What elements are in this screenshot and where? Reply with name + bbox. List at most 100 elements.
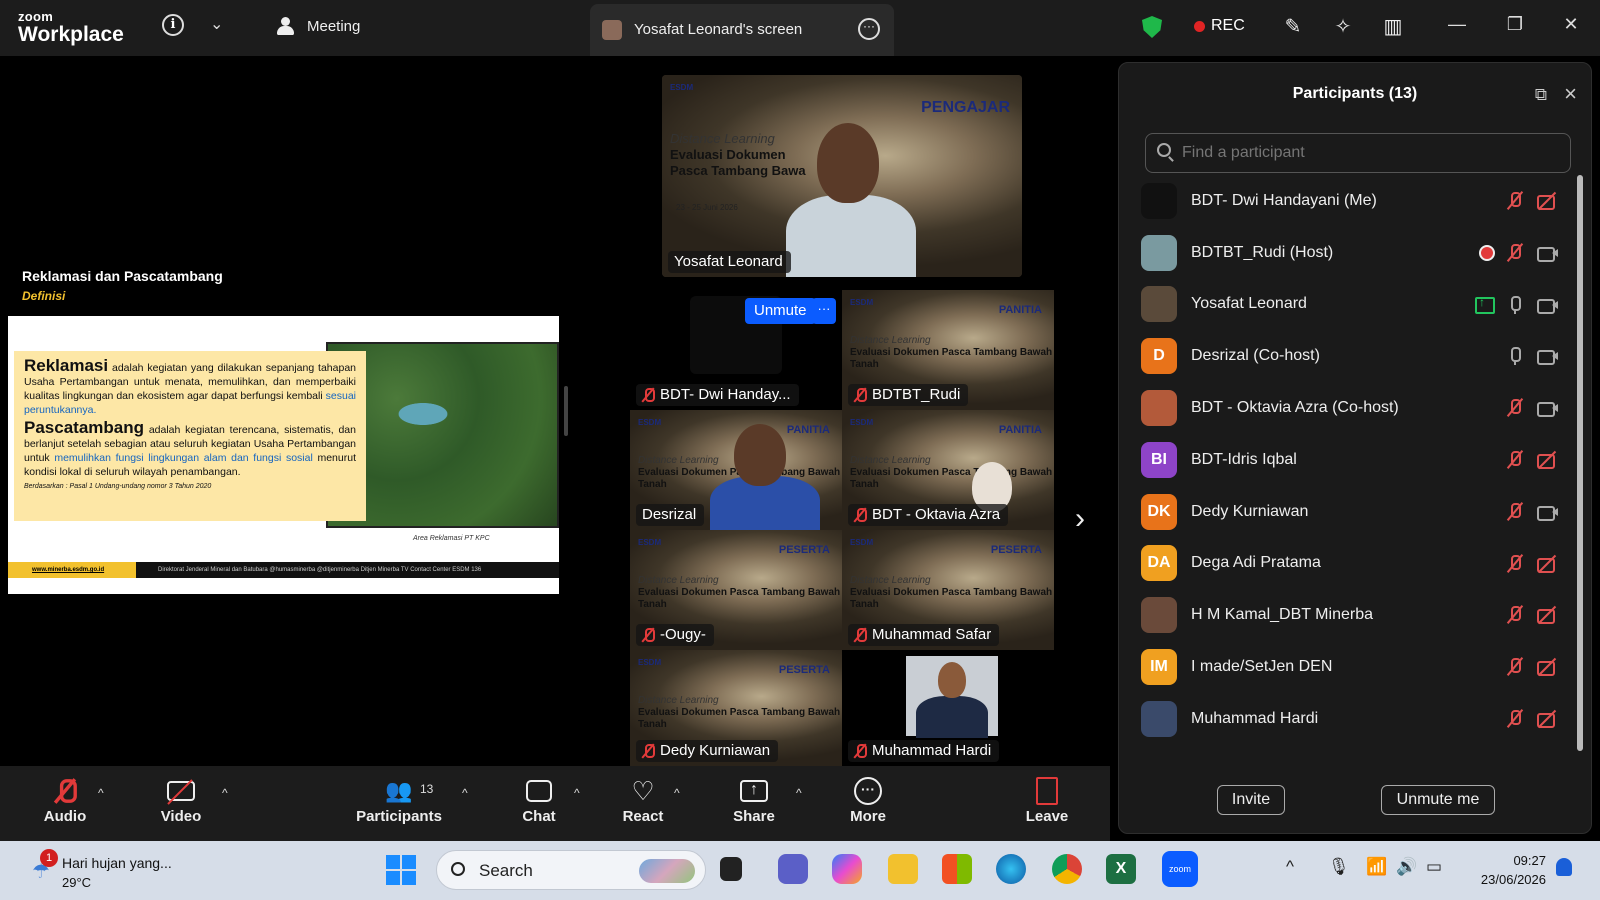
mic-muted-icon xyxy=(642,627,655,642)
microphone-muted-icon xyxy=(1505,450,1525,470)
edge-browser-icon[interactable] xyxy=(996,854,1026,884)
participant-row[interactable]: IM I made/SetJen DEN xyxy=(1141,641,1571,693)
video-label: Video xyxy=(160,808,202,825)
file-explorer-icon[interactable] xyxy=(888,854,918,884)
unmute-button[interactable]: Unmute xyxy=(745,298,816,324)
participant-scrollbar[interactable] xyxy=(1577,175,1583,751)
video-tile-hardi[interactable]: Muhammad Hardi xyxy=(842,650,1054,766)
restore-icon[interactable]: ❐ xyxy=(1500,14,1530,35)
participant-list[interactable]: BDT- Dwi Handayani (Me) BDTBT_Rudi (Host)… xyxy=(1141,175,1571,753)
video-tile-ougy[interactable]: ESDM PESERTA Distance Learning Evaluasi D… xyxy=(630,530,842,650)
esdm-logo: ESDM xyxy=(850,298,874,307)
pop-out-icon[interactable]: ⧉ xyxy=(1535,85,1547,105)
participant-row[interactable]: D Desrizal (Co-host) xyxy=(1141,330,1571,382)
react-options-caret-icon[interactable]: ^ xyxy=(674,786,680,800)
participant-row[interactable]: DK Dedy Kurniawan xyxy=(1141,486,1571,538)
tile-name-ougy-text: -Ougy- xyxy=(660,626,706,643)
chat-button[interactable]: Chat xyxy=(514,774,564,825)
show-hidden-icons-chevron-icon[interactable]: ^ xyxy=(1286,857,1294,877)
battery-icon[interactable]: ▭ xyxy=(1426,857,1442,877)
invite-button[interactable]: Invite xyxy=(1217,785,1285,815)
wifi-icon[interactable]: 📶 xyxy=(1366,857,1387,877)
speaker-face xyxy=(817,123,879,203)
microphone-icon xyxy=(1505,346,1525,366)
participant-avatar xyxy=(1141,234,1177,271)
search-icon xyxy=(1157,143,1171,157)
video-tile-oktavia[interactable]: ESDM PANITIA Distance Learning Evaluasi D… xyxy=(842,410,1054,530)
participant-avatar xyxy=(1141,700,1177,737)
participant-row[interactable]: H M Kamal_DBT Minerba xyxy=(1141,589,1571,641)
volume-icon[interactable]: 🔊 xyxy=(1396,857,1417,877)
system-clock[interactable]: 09:27 23/06/2026 xyxy=(1466,851,1546,889)
tile-name-hardi: Muhammad Hardi xyxy=(848,740,1000,762)
participant-row[interactable]: BDT- Dwi Handayani (Me) xyxy=(1141,175,1571,227)
close-panel-icon[interactable]: × xyxy=(1564,81,1577,107)
participant-search-input[interactable] xyxy=(1145,133,1571,173)
video-tile-rudi[interactable]: ESDM PANITIA Distance Learning Evaluasi D… xyxy=(842,290,1054,410)
video-tile-speaker[interactable]: ESDM PENGAJAR Distance Learning Evaluasi… xyxy=(662,75,1022,277)
close-icon[interactable]: ✕ xyxy=(1556,14,1586,35)
split-view-handle[interactable] xyxy=(564,386,568,436)
video-tile-desrizal[interactable]: ESDM PANITIA Distance Learning Evaluasi D… xyxy=(630,410,842,530)
microphone-tray-icon[interactable]: 🎙 xyxy=(1328,857,1350,877)
notification-badge: 1 xyxy=(40,849,58,867)
rec-label: REC xyxy=(1211,17,1245,34)
taskbar-search[interactable]: Search xyxy=(436,850,706,890)
excel-icon[interactable]: X xyxy=(1106,854,1136,884)
role-tag: PESERTA xyxy=(990,544,1042,556)
microphone-muted-icon xyxy=(1505,554,1525,574)
ai-companion-icon[interactable]: ✧ xyxy=(1330,14,1356,40)
participant-row[interactable]: Yosafat Leonard xyxy=(1141,279,1571,331)
annotate-pen-icon[interactable]: ✎ xyxy=(1280,14,1306,40)
self-more-button[interactable]: ··· xyxy=(812,298,836,324)
participant-row[interactable]: Muhammad Hardi xyxy=(1141,693,1571,745)
next-page-arrow-icon[interactable]: › xyxy=(1075,502,1085,536)
participants-options-caret-icon[interactable]: ^ xyxy=(462,786,468,800)
shared-slide[interactable]: Reklamasi dan Pascatambang Definisi Area… xyxy=(8,246,559,594)
meeting-tab[interactable]: Meeting xyxy=(275,17,360,35)
more-button[interactable]: ··· More xyxy=(843,774,893,825)
video-tile-safar[interactable]: ESDM PESERTA Distance Learning Evaluasi D… xyxy=(842,530,1054,650)
video-options-caret-icon[interactable]: ^ xyxy=(222,786,228,800)
people-icon xyxy=(275,17,297,35)
minimize-icon[interactable]: — xyxy=(1442,14,1472,35)
shared-screen-tab[interactable]: Yosafat Leonard's screen ··· xyxy=(590,4,894,56)
audio-button[interactable]: Audio xyxy=(40,774,90,825)
heart-icon: ♡ xyxy=(631,775,655,806)
participant-row[interactable]: DA Dega Adi Pratama xyxy=(1141,538,1571,590)
mic-muted-icon xyxy=(642,387,655,402)
sharer-avatar xyxy=(602,20,622,40)
clock-date: 23/06/2026 xyxy=(1480,872,1546,887)
copilot-icon[interactable] xyxy=(832,854,862,884)
layout-view-icon[interactable]: ▥ xyxy=(1380,14,1406,40)
leave-button[interactable]: Leave xyxy=(1022,774,1072,825)
microsoft-store-icon[interactable] xyxy=(942,854,972,884)
participant-row[interactable]: BDT - Oktavia Azra (Co-host) xyxy=(1141,382,1571,434)
unmute-me-button[interactable]: Unmute me xyxy=(1381,785,1495,815)
screen-options-icon[interactable]: ··· xyxy=(858,18,880,40)
meeting-info-icon[interactable]: i xyxy=(162,14,184,36)
participant-row[interactable]: BDTBT_Rudi (Host) xyxy=(1141,227,1571,279)
share-button[interactable]: ↑ Share xyxy=(729,774,779,825)
recording-indicator[interactable]: REC xyxy=(1194,17,1245,35)
teams-chat-icon[interactable] xyxy=(778,854,808,884)
course-title-italic: Distance Learning xyxy=(850,455,931,466)
chevron-down-icon[interactable]: ⌄ xyxy=(210,14,223,34)
react-button[interactable]: ♡ React xyxy=(618,774,668,826)
zoom-app-icon[interactable]: zoom xyxy=(1162,851,1198,887)
participants-button[interactable]: 👥 13 Participants xyxy=(356,774,442,825)
video-button[interactable]: Video xyxy=(156,774,206,825)
taskbar-search-label: Search xyxy=(479,861,533,880)
video-tile-dedy[interactable]: ESDM PESERTA Distance Learning Evaluasi D… xyxy=(630,650,842,766)
role-tag: PESERTA xyxy=(778,664,830,676)
windows-start-icon[interactable] xyxy=(386,855,416,885)
notification-bell-icon[interactable] xyxy=(1556,858,1572,876)
share-options-caret-icon[interactable]: ^ xyxy=(796,786,802,800)
chat-options-caret-icon[interactable]: ^ xyxy=(574,786,580,800)
audio-options-caret-icon[interactable]: ^ xyxy=(98,786,104,800)
tile-name-speaker: Yosafat Leonard xyxy=(668,251,791,273)
task-view-icon[interactable] xyxy=(720,857,742,881)
security-shield-icon[interactable] xyxy=(1142,16,1162,38)
participant-row[interactable]: BI BDT-Idris Iqbal xyxy=(1141,434,1571,486)
chrome-browser-icon[interactable] xyxy=(1052,854,1082,884)
